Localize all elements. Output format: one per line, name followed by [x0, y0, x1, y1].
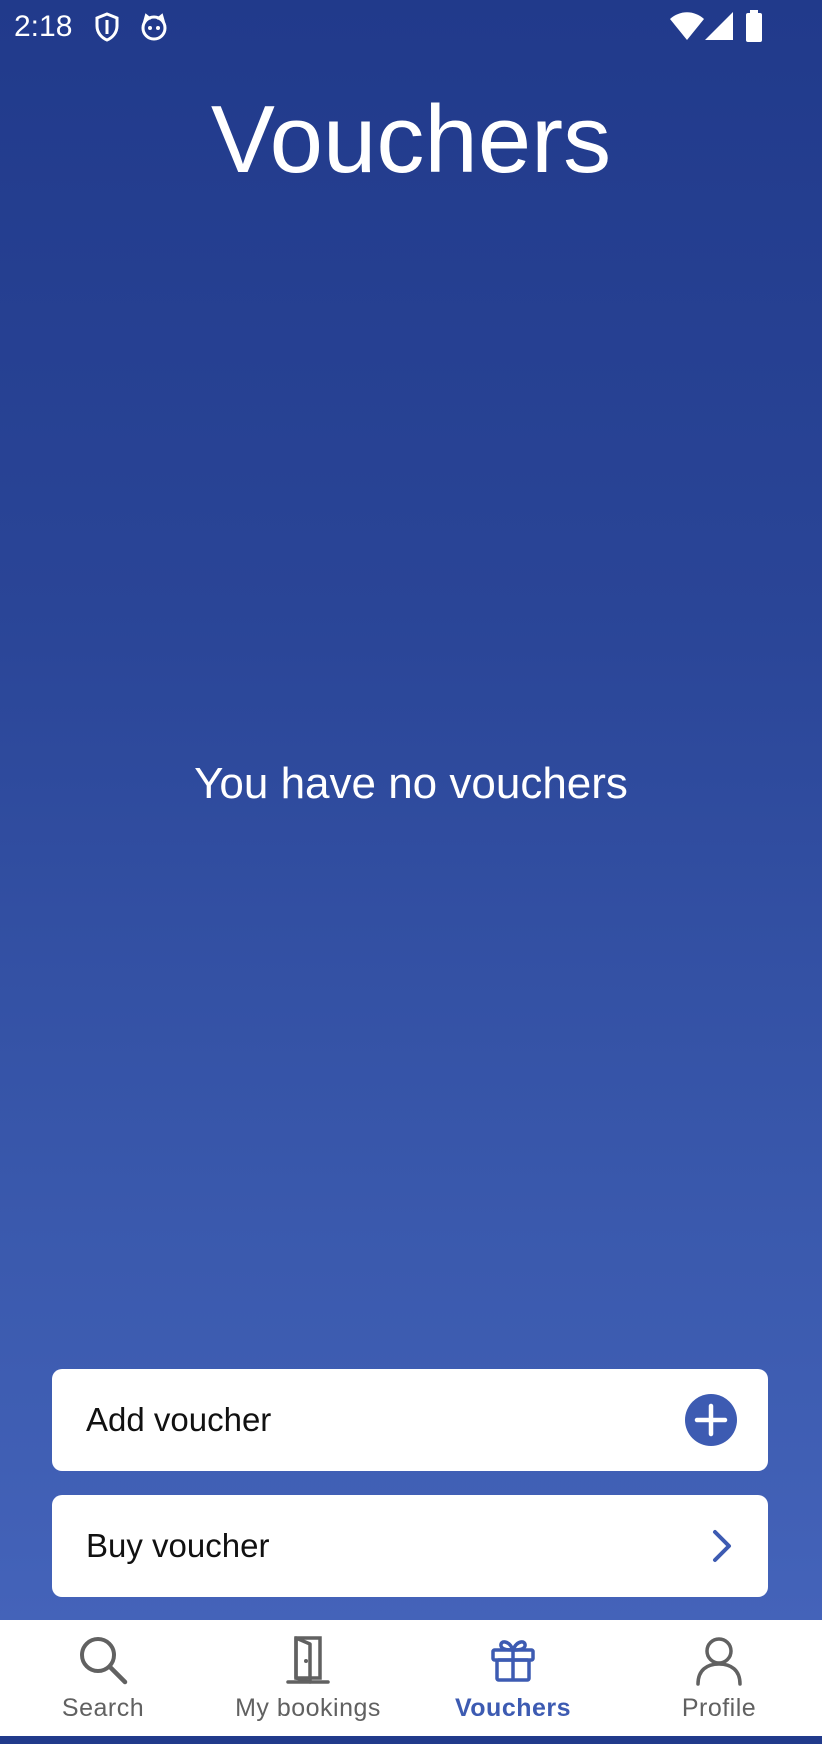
status-bar: 2:18: [0, 0, 822, 56]
add-voucher-label: Add voucher: [86, 1401, 272, 1438]
nav-item-search[interactable]: Search: [0, 1620, 206, 1736]
system-navigation-bar: [0, 1736, 822, 1744]
bottom-navigation: Search My bookings Vouchers Profile: [0, 1620, 822, 1736]
wifi-icon: [670, 12, 704, 40]
page-title: Vouchers: [210, 86, 612, 193]
nav-item-my-bookings[interactable]: My bookings: [205, 1620, 411, 1736]
nav-label-vouchers: Vouchers: [454, 1694, 572, 1722]
nav-item-profile[interactable]: Profile: [616, 1620, 822, 1736]
cat-face-icon: [141, 13, 167, 41]
nav-item-vouchers[interactable]: Vouchers: [410, 1620, 616, 1736]
door-icon: [286, 1636, 330, 1684]
battery-icon: [746, 10, 762, 42]
status-time: 2:18: [14, 10, 73, 43]
shield-icon: [95, 12, 119, 42]
buy-voucher-label: Buy voucher: [86, 1527, 270, 1564]
person-icon: [696, 1637, 742, 1686]
buy-voucher-button[interactable]: Buy voucher: [52, 1495, 768, 1597]
gift-icon: [491, 1640, 535, 1682]
plus-circle-icon: [685, 1394, 737, 1446]
empty-state-message: You have no vouchers: [194, 759, 628, 808]
cell-signal-icon: [705, 12, 733, 40]
add-voucher-button[interactable]: Add voucher: [52, 1369, 768, 1471]
chevron-right-icon: [713, 1530, 731, 1562]
vouchers-screen: 2:18 Vouchers You have no vouchers Add v…: [0, 0, 822, 1744]
nav-label-search: Search: [61, 1694, 145, 1722]
nav-label-profile: Profile: [681, 1694, 757, 1722]
search-icon: [80, 1637, 128, 1685]
nav-label-my-bookings: My bookings: [235, 1694, 381, 1722]
